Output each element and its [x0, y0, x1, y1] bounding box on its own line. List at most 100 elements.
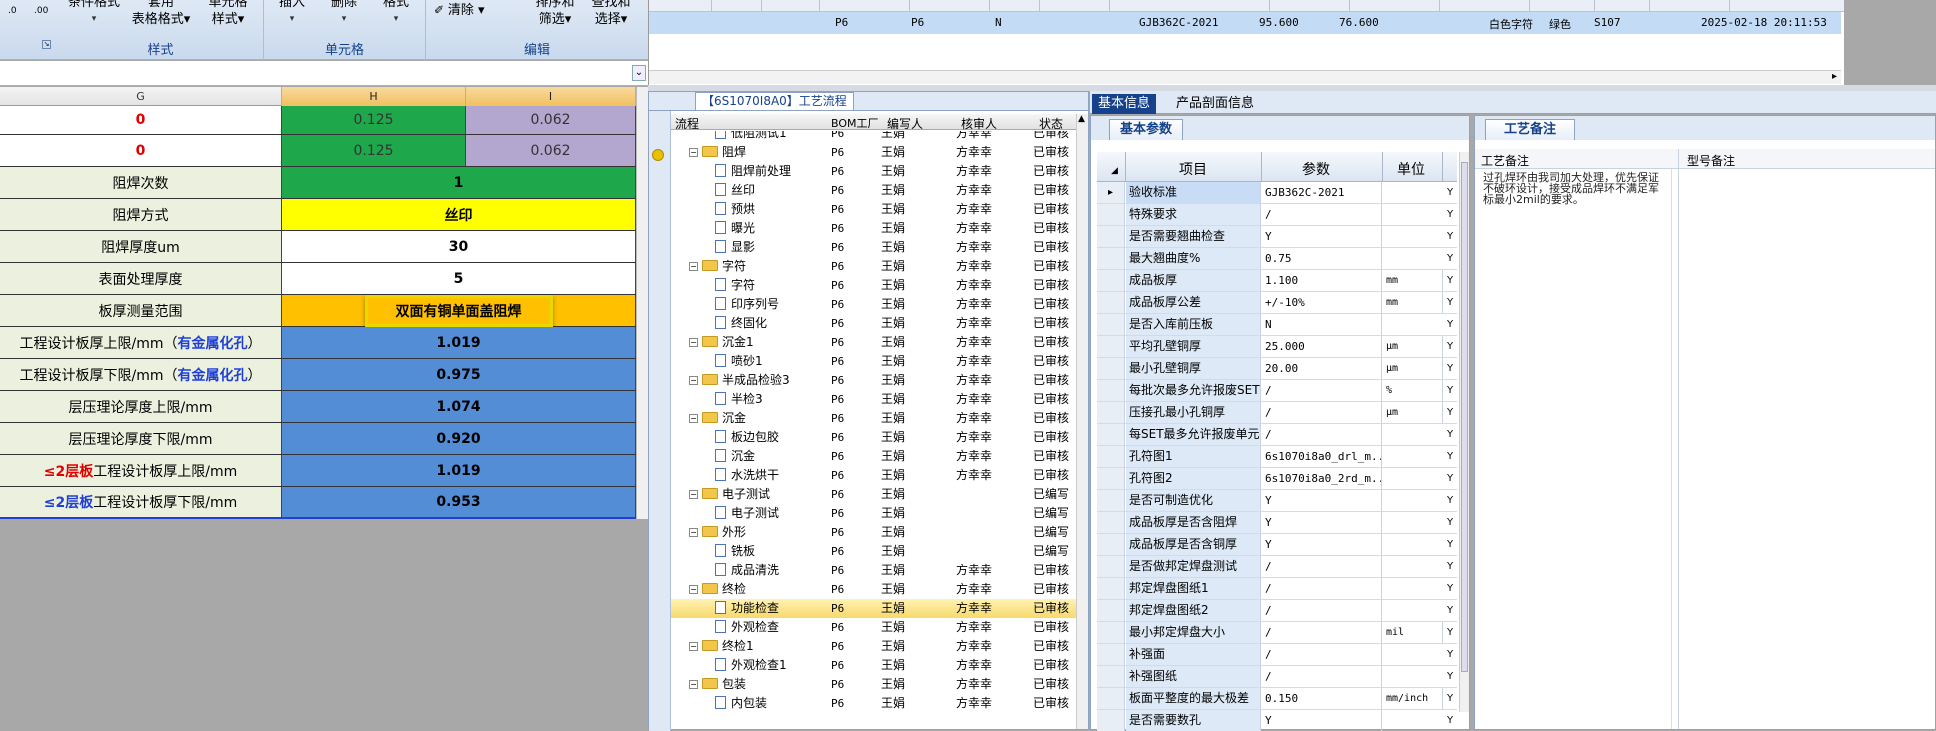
collapse-toggle-icon[interactable]: −	[689, 376, 698, 385]
process-tree-row[interactable]: 丝印 P6 王娟 方幸幸 已审核	[671, 181, 1076, 200]
param-row[interactable]: 平均孔壁铜厚 25.000 μm Y	[1097, 336, 1457, 358]
process-tree-row[interactable]: 外观检查1 P6 王娟 方幸幸 已审核	[671, 656, 1076, 675]
cell-selection-box[interactable]: 双面有铜单面盖阻焊	[364, 294, 553, 327]
sheet-cell[interactable]: 表面处理厚度	[0, 263, 282, 294]
param-row[interactable]: 最小孔壁铜厚 20.00 μm Y	[1097, 358, 1457, 380]
param-value[interactable]: /	[1262, 556, 1382, 577]
param-row[interactable]: 最小邦定焊盘大小 / mil Y	[1097, 622, 1457, 644]
param-row[interactable]: 孔符图2 6s1070i8a0_2rd_m... Y	[1097, 468, 1457, 490]
sheet-cell[interactable]: 5	[282, 263, 636, 294]
param-row[interactable]: 成品板厚是否含阻焊 Y Y	[1097, 512, 1457, 534]
param-value[interactable]: +/-10%	[1262, 292, 1382, 313]
scroll-right-icon[interactable]: ▸	[1832, 71, 1837, 82]
param-row[interactable]: 补强图纸 / Y	[1097, 666, 1457, 688]
cell-style-button[interactable]: 单元格 样式▾	[198, 0, 258, 28]
process-tree-row[interactable]: 阻焊前处理 P6 王娟 方幸幸 已审核	[671, 162, 1076, 181]
col-header-item[interactable]: 项目	[1179, 159, 1207, 179]
param-value[interactable]: 6s1070i8a0_2rd_m...	[1262, 468, 1382, 489]
param-row[interactable]: ▸ 验收标准 GJB362C-2021 Y	[1097, 182, 1457, 204]
param-value[interactable]: 20.00	[1262, 358, 1382, 379]
conditional-format-button[interactable]: 条件格式 ▾	[64, 0, 124, 28]
collapse-toggle-icon[interactable]: −	[689, 642, 698, 651]
process-tree-row[interactable]: 内包装 P6 王娟 方幸幸 已审核	[671, 694, 1076, 713]
number-group-launcher-icon[interactable]: ↘	[42, 40, 51, 49]
process-tree-row[interactable]: − 沉金1 P6 王娟 方幸幸 已审核	[671, 333, 1076, 352]
process-tree-row[interactable]: 终固化 P6 王娟 方幸幸 已审核	[671, 314, 1076, 333]
format-button[interactable]: 格式 ▾	[374, 0, 418, 28]
param-value[interactable]: N	[1262, 314, 1382, 335]
col-header-unit[interactable]: 单位	[1397, 159, 1425, 179]
insert-button[interactable]: 插入 ▾	[270, 0, 314, 28]
param-row[interactable]: 每SET最多允许报废单元 / Y	[1097, 424, 1457, 446]
sheet-cell[interactable]: 0.062	[466, 106, 636, 134]
param-value[interactable]: /	[1262, 666, 1382, 687]
sheet-cell[interactable]: 0.125	[282, 135, 466, 166]
param-value[interactable]: 25.000	[1262, 336, 1382, 357]
expand-formula-bar-icon[interactable]: ⌄	[632, 65, 646, 81]
param-row[interactable]: 成品板厚 1.100 mm Y	[1097, 270, 1457, 292]
decrease-decimal-button[interactable]: .0	[8, 6, 17, 16]
process-tree-row[interactable]: 预烘 P6 王娟 方幸幸 已审核	[671, 200, 1076, 219]
find-select-button[interactable]: 查找和 选择▾	[586, 0, 636, 28]
table-format-button[interactable]: 套用 表格格式▾	[128, 0, 194, 28]
param-row[interactable]: 成品板厚是否含铜厚 Y Y	[1097, 534, 1457, 556]
process-tree-row[interactable]: 板边包胶 P6 王娟 方幸幸 已审核	[671, 428, 1076, 447]
column-header-h[interactable]: H	[282, 87, 466, 106]
sheet-cell[interactable]: 工程设计板厚上限/mm（ 有金属化孔）	[0, 327, 282, 358]
process-tree-row[interactable]: − 沉金 P6 王娟 方幸幸 已审核	[671, 409, 1076, 428]
sheet-cell[interactable]: 0	[0, 135, 282, 166]
param-value[interactable]: /	[1262, 380, 1382, 401]
sheet-cell[interactable]: 1.074	[282, 391, 636, 422]
param-row[interactable]: 最大翘曲度% 0.75 Y	[1097, 248, 1457, 270]
grid-cell[interactable]: N	[995, 16, 1002, 29]
sheet-cell[interactable]: 0.920	[282, 423, 636, 454]
collapse-toggle-icon[interactable]: −	[689, 680, 698, 689]
column-header-i[interactable]: I	[466, 87, 636, 106]
grid-cell[interactable]: 76.600	[1339, 16, 1379, 29]
param-row[interactable]: 特殊要求 / Y	[1097, 204, 1457, 226]
process-note-text[interactable]: 过孔焊环由我司加大处理，优先保证不破环设计，接受成品焊环不满足军标最小2mil的…	[1483, 172, 1668, 205]
process-tree-row[interactable]: 印序列号 P6 王娟 方幸幸 已审核	[671, 295, 1076, 314]
param-value[interactable]: Y	[1262, 710, 1382, 731]
param-value[interactable]: Y	[1262, 226, 1382, 247]
process-tree-row[interactable]: 低阻测试1 P6 王娟 方幸幸 已审核	[671, 131, 1076, 143]
param-row[interactable]: 是否需要翘曲检查 Y Y	[1097, 226, 1457, 248]
param-value[interactable]: /	[1262, 424, 1382, 445]
process-tree-row[interactable]: 显影 P6 王娟 方幸幸 已审核	[671, 238, 1076, 257]
param-value[interactable]: Y	[1262, 534, 1382, 555]
sheet-cell[interactable]: 30	[282, 231, 636, 262]
col-header-bom[interactable]: BOM工厂	[831, 115, 879, 131]
grid-cell[interactable]: P6	[835, 16, 848, 29]
sheet-cell[interactable]: 层压理论厚度上限/mm	[0, 391, 282, 422]
tab-process-flow[interactable]: 【6S1070I8A0】工艺流程	[695, 92, 854, 110]
sheet-cell[interactable]: 1.019	[282, 327, 636, 358]
process-tree-row[interactable]: − 外形 P6 王娟 已编写	[671, 523, 1076, 542]
process-tree-row[interactable]: − 终检1 P6 王娟 方幸幸 已审核	[671, 637, 1076, 656]
sheet-cell[interactable]: 板厚测量范围	[0, 295, 282, 326]
sheet-cell[interactable]: 0.975	[282, 359, 636, 390]
sheet-cell[interactable]: 0.125	[282, 106, 466, 134]
param-row[interactable]: 孔符图1 6s1070i8a0_drl_m... Y	[1097, 446, 1457, 468]
sheet-cell[interactable]: 阻焊厚度um	[0, 231, 282, 262]
param-value[interactable]: /	[1262, 578, 1382, 599]
param-row[interactable]: 每批次最多允许报废SET /% Y	[1097, 380, 1457, 402]
grid-cell[interactable]: 白色字符	[1489, 16, 1533, 32]
param-value[interactable]: 6s1070i8a0_drl_m...	[1262, 446, 1382, 467]
col-header-reviewer[interactable]: 核审人	[961, 115, 997, 132]
sheet-cell[interactable]: 阻焊次数	[0, 167, 282, 198]
process-vertical-scrollbar[interactable]: ▲	[1076, 114, 1088, 729]
param-row[interactable]: 是否需要数孔 Y Y	[1097, 710, 1457, 731]
param-value[interactable]: 1.100	[1262, 270, 1382, 291]
increase-decimal-button[interactable]: .00	[34, 6, 48, 16]
top-grid-row[interactable]: P6 P6 N GJB362C-2021 95.600 76.600 白色字符 …	[649, 12, 1841, 34]
param-value[interactable]: /	[1262, 644, 1382, 665]
tab-basic-info[interactable]: 基本信息	[1092, 94, 1157, 114]
param-value[interactable]: Y	[1262, 512, 1382, 533]
grid-cell[interactable]: GJB362C-2021	[1139, 16, 1218, 29]
param-row[interactable]: 是否可制造优化 Y Y	[1097, 490, 1457, 512]
sheet-cell[interactable]: 0.062	[466, 135, 636, 166]
param-row[interactable]: 是否做邦定焊盘测试 / Y	[1097, 556, 1457, 578]
process-tree-row[interactable]: 半检3 P6 王娟 方幸幸 已审核	[671, 390, 1076, 409]
param-row[interactable]: 压接孔最小孔铜厚 / μm Y	[1097, 402, 1457, 424]
process-tree-row[interactable]: 铣板 P6 王娟 已编写	[671, 542, 1076, 561]
